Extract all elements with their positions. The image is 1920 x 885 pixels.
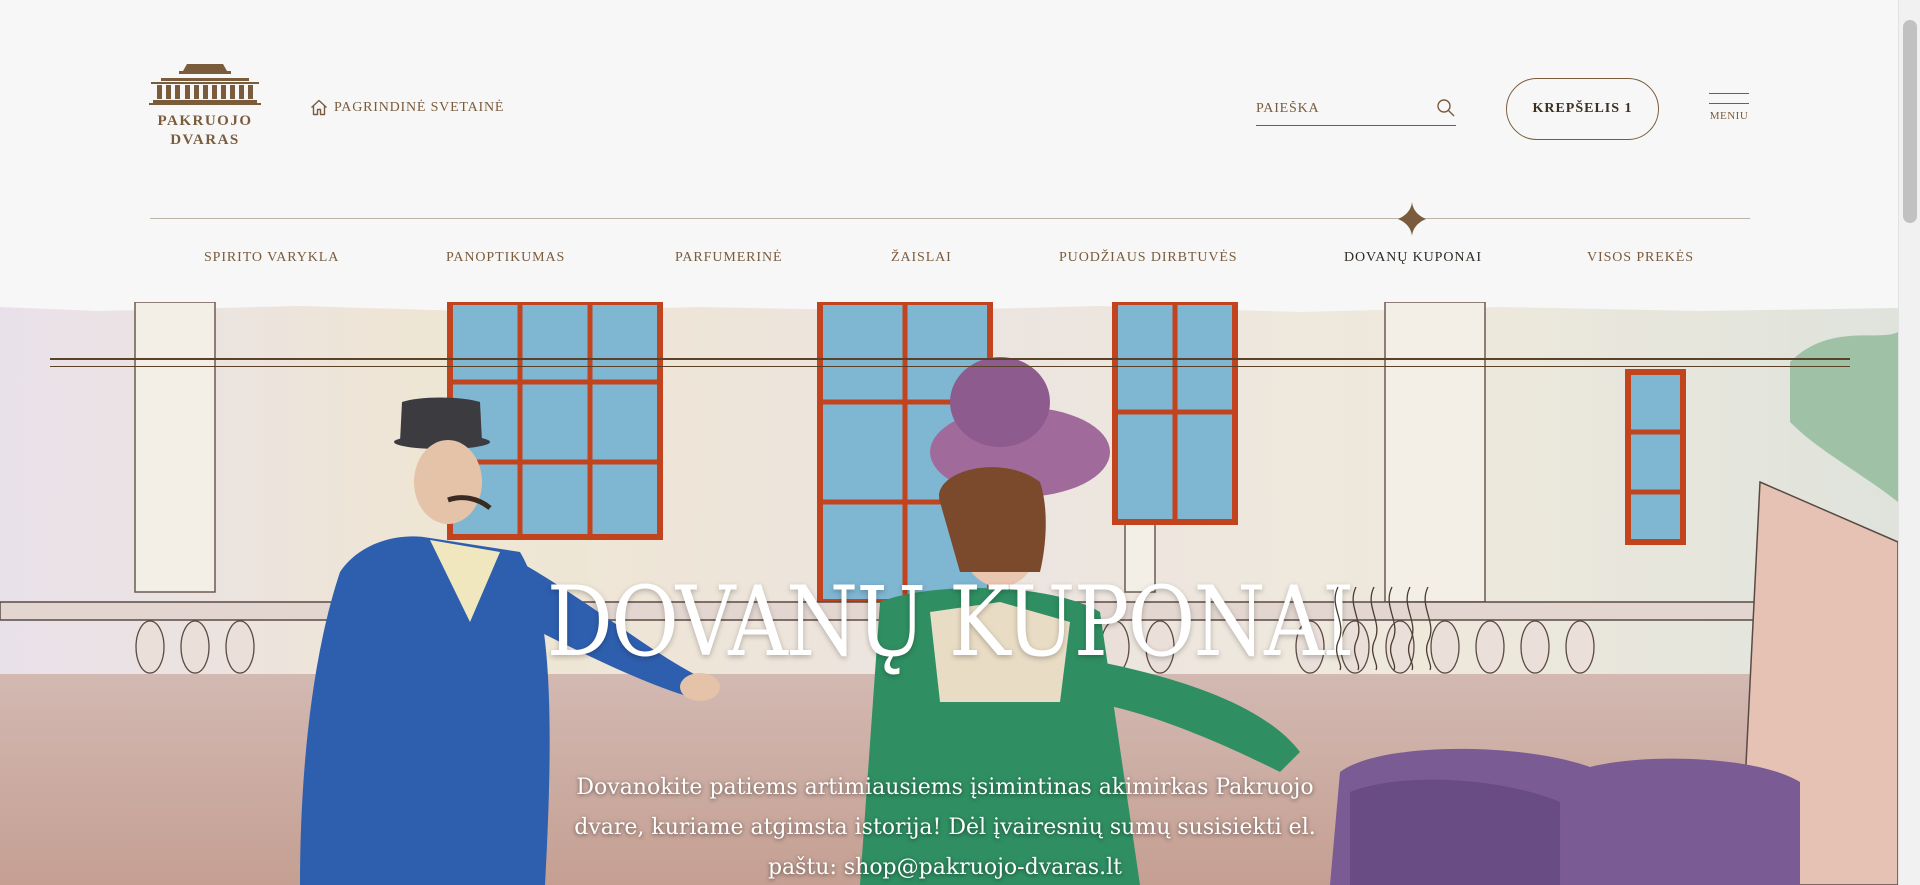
- hamburger-icon: [1709, 93, 1749, 104]
- main-site-link[interactable]: PAGRINDINĖ SVETAINĖ: [310, 99, 504, 116]
- nav-divider: [150, 218, 1750, 219]
- nav-item-puodziaus-dirbtuves[interactable]: PUODŽIAUS DIRBTUVĖS: [1059, 250, 1238, 266]
- search-box: [1256, 96, 1456, 126]
- nav-item-visos-prekes[interactable]: VISOS PREKĖS: [1587, 250, 1694, 266]
- nav-item-panoptikumas[interactable]: PANOPTIKUMAS: [446, 250, 565, 266]
- home-icon: [311, 99, 327, 116]
- nav-item-spirito-varykla[interactable]: SPIRITO VARYKLA: [204, 250, 339, 266]
- search-icon[interactable]: [1436, 98, 1456, 123]
- menu-label: MENIU: [1709, 110, 1749, 122]
- nav-diamond-icon: [1398, 202, 1426, 236]
- logo-line-1: PAKRUOJO: [157, 113, 253, 129]
- site-header: PAKRUOJO DVARAS PAGRINDINĖ SVETAINĖ KREP…: [0, 0, 1898, 302]
- hero-description: Dovanokite patiems artimiausiems įsimint…: [574, 775, 1316, 880]
- nav-item-zaislai[interactable]: ŽAISLAI: [891, 250, 952, 266]
- hero-title: DOVANŲ KUPONAI: [546, 566, 1355, 678]
- main-site-link-label: PAGRINDINĖ SVETAINĖ: [334, 99, 505, 115]
- hero-banner: DOVANŲ KUPONAI Dovanokite patiems artimi…: [0, 302, 1898, 885]
- cart-button[interactable]: KREPŠELIS 1: [1506, 78, 1659, 140]
- logo-line-2: DVARAS: [170, 132, 240, 148]
- logo-text: PAKRUOJO DVARAS: [148, 112, 262, 150]
- manor-logo-icon: [149, 64, 261, 105]
- menu-button[interactable]: MENIU: [1709, 93, 1749, 122]
- page-scrollbar[interactable]: [1898, 0, 1920, 885]
- search-input[interactable]: [1256, 96, 1426, 122]
- hero-flourish-icon: [1334, 586, 1432, 671]
- nav-item-parfumerine[interactable]: PARFUMERINĖ: [675, 250, 782, 266]
- nav-item-dovanu-kuponai[interactable]: DOVANŲ KUPONAI: [1344, 250, 1482, 266]
- hero-decorative-lines: [50, 358, 1850, 367]
- scrollbar-thumb[interactable]: [1903, 20, 1917, 223]
- site-logo[interactable]: PAKRUOJO DVARAS: [148, 62, 262, 150]
- page: PAKRUOJO DVARAS PAGRINDINĖ SVETAINĖ KREP…: [0, 0, 1920, 885]
- category-nav: SPIRITO VARYKLA PANOPTIKUMAS PARFUMERINĖ…: [150, 250, 1750, 270]
